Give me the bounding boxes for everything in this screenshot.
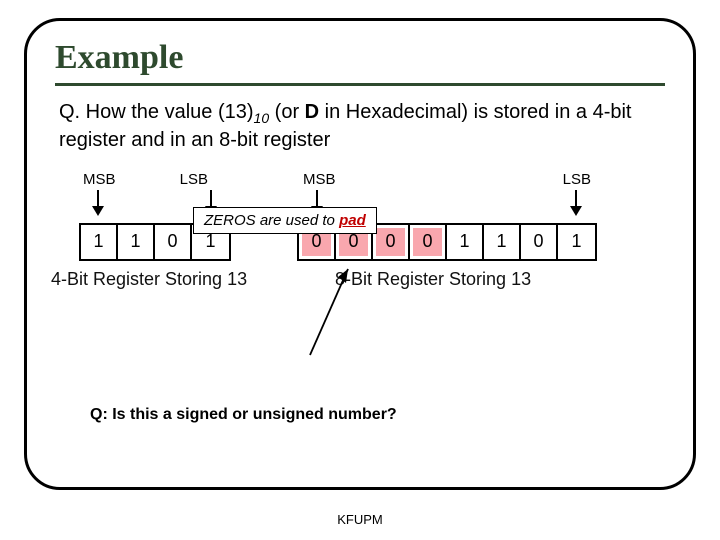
arrow-msb-4-head (92, 206, 104, 216)
pad-callout-pre: ZEROS are used to (204, 212, 339, 229)
pad-callout-box: ZEROS are used to pad (193, 207, 377, 234)
labels-8bit: MSB LSB (303, 171, 591, 188)
arrow-lsb-8-head (570, 206, 582, 216)
bit-cell: 1 (447, 225, 484, 259)
msb-label-8: MSB (303, 171, 336, 188)
labels-4bit: MSB LSB (83, 171, 208, 188)
caption-8bit: 8-Bit Register Storing 13 (335, 269, 531, 290)
bit-cell-padded: 0 (373, 225, 410, 259)
lsb-label-4: LSB (180, 171, 208, 188)
bit-cell: 1 (558, 225, 595, 259)
bit-cell-padded: 0 (410, 225, 447, 259)
title-underline (55, 83, 665, 86)
slide-footer: KFUPM (0, 512, 720, 527)
msb-label-4: MSB (83, 171, 116, 188)
arrow-lsb-4-stem (210, 190, 212, 206)
pad-callout-word: pad (339, 212, 366, 229)
bit-cell: 1 (118, 225, 155, 259)
bit-cell: 0 (521, 225, 558, 259)
bit-cell: 1 (484, 225, 521, 259)
q-mid: (or (269, 101, 305, 123)
q-bold-d: D (305, 101, 319, 123)
q-prefix: Q. How the value (13) (59, 101, 254, 123)
followup-question: Q: Is this a signed or unsigned number? (90, 406, 397, 424)
bit-cell: 0 (155, 225, 192, 259)
question-text: Q. How the value (13)10 (or D in Hexadec… (59, 100, 661, 153)
diagram-area: MSB LSB MSB LSB 1 1 0 1 0 0 0 0 1 1 0 (55, 171, 665, 331)
arrow-msb-8-stem (316, 190, 318, 206)
q-subscript: 10 (254, 110, 270, 126)
arrow-lsb-8-stem (575, 190, 577, 206)
caption-4bit: 4-Bit Register Storing 13 (51, 269, 247, 290)
bit-cell: 1 (81, 225, 118, 259)
lsb-label-8: LSB (563, 171, 591, 188)
slide-title: Example (55, 39, 665, 77)
arrow-msb-4-stem (97, 190, 99, 206)
